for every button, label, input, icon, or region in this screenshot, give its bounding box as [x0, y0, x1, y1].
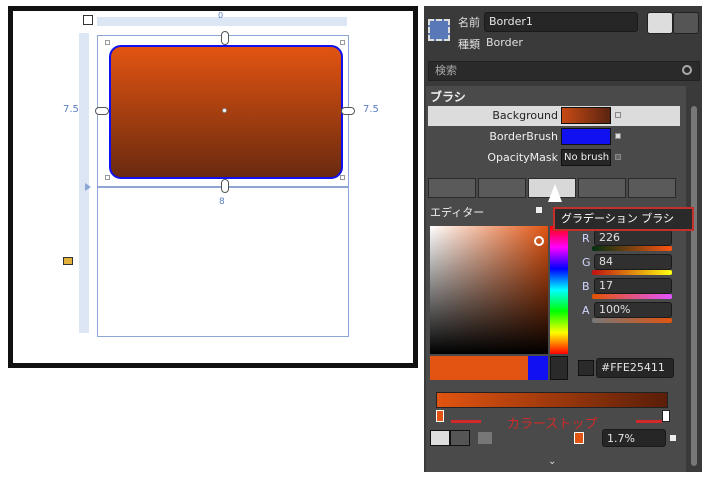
color-stops-annotation: カラーストップ	[507, 417, 598, 432]
lock-icon[interactable]	[63, 257, 73, 265]
resize-handle-tr[interactable]	[340, 40, 345, 45]
selected-stop-icon[interactable]	[574, 432, 584, 444]
hue-slider[interactable]	[550, 226, 568, 354]
row-marker-icon	[85, 183, 91, 191]
margin-top-label: 0	[218, 11, 224, 20]
color-format-toggle-icon[interactable]	[578, 360, 594, 376]
borderbrush-marker[interactable]	[615, 133, 621, 139]
margin-handle-bottom[interactable]	[221, 179, 229, 193]
events-mode-button[interactable]	[673, 12, 699, 34]
radial-gradient-button[interactable]	[450, 430, 470, 446]
gradient-stop-end[interactable]	[662, 410, 670, 422]
type-value: Border	[486, 36, 523, 49]
margin-left-label: 7.5	[63, 104, 79, 115]
g-channel-slider[interactable]	[592, 270, 672, 275]
properties-mode-button[interactable]	[647, 12, 673, 34]
design-canvas-frame: 0 7.5 7.5 8	[8, 6, 418, 368]
gradient-bar[interactable]	[436, 392, 668, 408]
gradient-stop-start[interactable]	[436, 410, 444, 422]
no-brush-tab[interactable]	[428, 178, 476, 198]
brush-row-background[interactable]: Background	[428, 106, 680, 126]
name-label: 名前	[458, 16, 480, 29]
panel-scrollbar[interactable]	[688, 86, 700, 472]
margin-right-label: 7.5	[363, 104, 379, 115]
a-channel-label: A	[582, 304, 590, 317]
layout-slot-bottom	[97, 187, 349, 337]
properties-panel: 名前 Border1 種類 Border 検索 ブラシ Background B…	[424, 6, 702, 472]
margin-handle-left[interactable]	[95, 107, 109, 115]
opacitymask-marker[interactable]	[615, 154, 621, 160]
annotation-arrow-right	[636, 420, 662, 423]
previous-color-swatch[interactable]	[528, 356, 548, 380]
margin-bottom-label: 8	[219, 197, 225, 207]
a-channel-slider[interactable]	[592, 318, 672, 323]
center-point[interactable]	[222, 108, 227, 113]
expand-chevron-icon[interactable]: ⌄	[548, 457, 558, 467]
eyedropper-icon[interactable]	[550, 356, 568, 380]
editor-tab-marker[interactable]	[536, 207, 542, 213]
a-channel-input[interactable]: 100%	[594, 302, 672, 318]
r-channel-slider[interactable]	[592, 246, 672, 251]
resize-handle-bl[interactable]	[105, 175, 110, 180]
element-preview-icon	[428, 19, 450, 41]
gradient-offset-input[interactable]: 1.7%	[602, 429, 666, 447]
margin-handle-top[interactable]	[221, 31, 229, 45]
b-channel-input[interactable]: 17	[594, 278, 672, 294]
annotation-arrow-left	[451, 420, 481, 423]
opacitymask-swatch[interactable]: No brush	[561, 149, 611, 166]
brush-row-label: OpacityMask	[487, 151, 558, 164]
resize-handle-tl[interactable]	[105, 40, 110, 45]
color-picker-cursor-icon[interactable]	[534, 236, 544, 246]
b-channel-label: B	[582, 280, 590, 293]
artboard[interactable]: 0 7.5 7.5 8	[13, 11, 413, 363]
resize-handle-br[interactable]	[340, 175, 345, 180]
editor-tab-label[interactable]: エディター	[430, 204, 484, 220]
tile-brush-tab[interactable]	[578, 178, 626, 198]
background-marker[interactable]	[615, 112, 621, 118]
scrollbar-thumb[interactable]	[691, 106, 697, 466]
brush-row-label: BorderBrush	[489, 130, 558, 143]
brush-row-borderbrush[interactable]: BorderBrush	[428, 127, 680, 147]
margin-handle-right[interactable]	[341, 107, 355, 115]
name-input[interactable]: Border1	[484, 12, 638, 32]
background-swatch[interactable]	[561, 107, 611, 124]
search-icon[interactable]	[682, 65, 692, 75]
borderbrush-swatch[interactable]	[561, 128, 611, 145]
brush-row-label: Background	[492, 109, 558, 122]
brush-section-title[interactable]: ブラシ	[430, 88, 466, 105]
current-color-swatch	[430, 356, 528, 380]
hex-color-input[interactable]: #FFE25411	[596, 358, 674, 378]
r-channel-label: R	[582, 232, 590, 245]
property-search-input[interactable]: 検索	[428, 61, 700, 81]
panel-header: 名前 Border1 種類 Border	[424, 6, 702, 58]
color-saturation-field[interactable]	[430, 226, 548, 354]
solid-brush-tab[interactable]	[478, 178, 526, 198]
grid-toggle-icon[interactable]	[83, 15, 93, 25]
brush-row-opacitymask[interactable]: OpacityMask No brush	[428, 148, 680, 168]
b-channel-slider[interactable]	[592, 294, 672, 299]
g-channel-label: G	[582, 256, 591, 269]
linear-gradient-button[interactable]	[430, 430, 450, 446]
r-channel-input[interactable]: 226	[594, 230, 672, 246]
type-label: 種類	[458, 38, 480, 51]
gradient-brush-tooltip: グラデーション ブラシ	[553, 207, 694, 231]
g-channel-input[interactable]: 84	[594, 254, 672, 270]
reverse-gradient-icon[interactable]	[478, 432, 492, 444]
mouse-cursor-icon	[548, 184, 562, 202]
offset-marker[interactable]	[670, 435, 676, 441]
resource-brush-tab[interactable]	[628, 178, 676, 198]
